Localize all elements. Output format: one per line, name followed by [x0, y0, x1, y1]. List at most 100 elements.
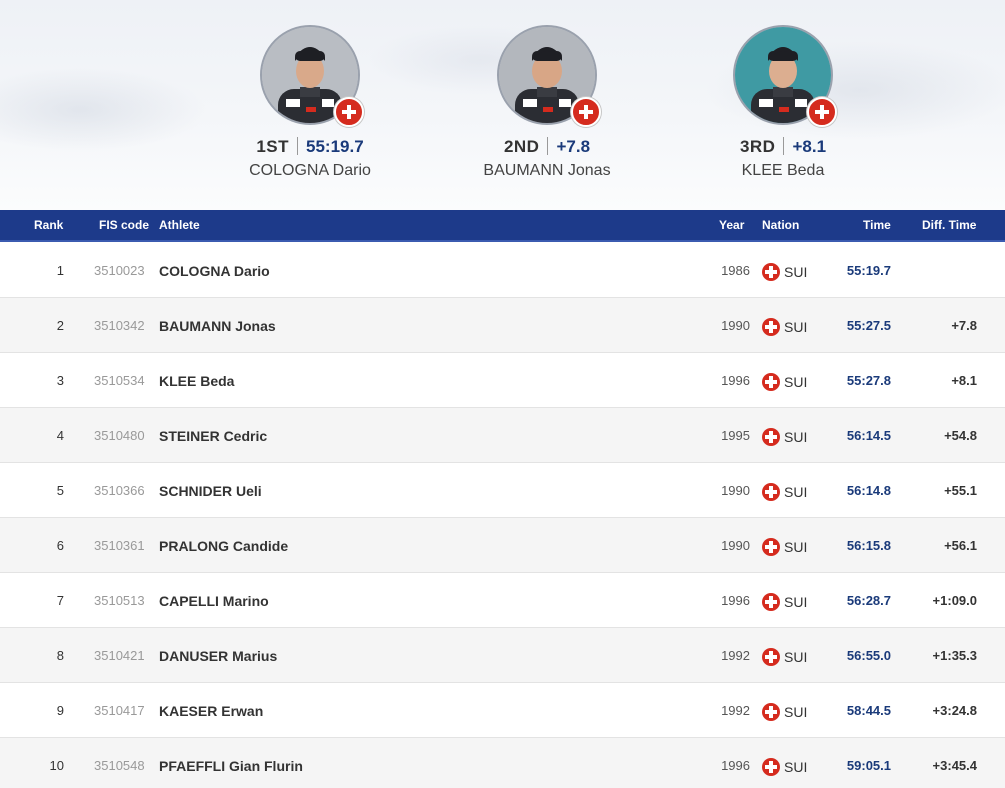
athlete-name-link[interactable]: BAUMANN Jonas: [159, 318, 276, 334]
podium-athlete-name[interactable]: KLEE Beda: [673, 162, 893, 180]
table-row[interactable]: 3 3510534 KLEE Beda 1996 SUI 55:27.8 +8.1: [0, 353, 1005, 408]
swiss-flag-icon: [762, 703, 780, 721]
table-row[interactable]: 1 3510023 COLOGNA Dario 1986 SUI 55:19.7: [0, 243, 1005, 298]
year-cell: 1990: [721, 318, 750, 333]
podium-first[interactable]: 1ST 55:19.7 COLOGNA Dario: [200, 25, 420, 180]
time-cell: 55:27.8: [846, 373, 891, 388]
year-cell: 1992: [721, 703, 750, 718]
athlete-name-link[interactable]: SCHNIDER Ueli: [159, 483, 262, 499]
time-cell: 56:55.0: [846, 648, 891, 663]
nation-cell: SUI: [762, 648, 807, 666]
swiss-flag-icon: [762, 593, 780, 611]
results-table-header: Rank FIS code Athlete Year Nation Time D…: [0, 210, 1005, 242]
rank-cell: 7: [56, 593, 64, 608]
swiss-flag-icon: [762, 758, 780, 776]
nation-code: SUI: [784, 374, 808, 390]
diff-time-cell: +3:45.4: [932, 758, 977, 773]
fis-code-cell: 3510421: [94, 648, 145, 663]
nation-code: SUI: [784, 759, 808, 775]
fis-code-cell: 3510342: [94, 318, 145, 333]
podium-time: 55:19.7: [306, 137, 364, 156]
header-diff-time: Diff. Time: [922, 218, 977, 232]
swiss-flag-icon: [762, 373, 780, 391]
year-cell: 1990: [721, 483, 750, 498]
podium-second[interactable]: 2ND +7.8 BAUMANN Jonas: [437, 25, 657, 180]
athlete-name-link[interactable]: DANUSER Marius: [159, 648, 277, 664]
swiss-flag-icon: [807, 97, 837, 127]
diff-time-cell: +56.1: [944, 538, 977, 553]
podium-rank: 2ND: [503, 137, 540, 156]
table-row[interactable]: 2 3510342 BAUMANN Jonas 1990 SUI 55:27.5 +7.8: [0, 298, 1005, 353]
diff-time-cell: +7.8: [951, 318, 977, 333]
header-year: Year: [719, 218, 745, 232]
nation-cell: SUI: [762, 703, 807, 721]
time-cell: 56:28.7: [846, 593, 891, 608]
podium-athlete-name[interactable]: COLOGNA Dario: [200, 162, 420, 180]
time-cell: 56:14.5: [846, 428, 891, 443]
year-cell: 1996: [721, 373, 750, 388]
diff-time-cell: +3:24.8: [932, 703, 977, 718]
year-cell: 1986: [721, 263, 750, 278]
nation-cell: SUI: [762, 758, 807, 776]
athlete-avatar[interactable]: [260, 25, 364, 127]
nation-cell: SUI: [762, 538, 807, 556]
nation-code: SUI: [784, 319, 808, 335]
nation-code: SUI: [784, 484, 808, 500]
header-fis-code: FIS code: [99, 218, 150, 232]
header-rank: Rank: [34, 218, 64, 232]
fis-code-cell: 3510361: [94, 538, 145, 553]
athlete-name-link[interactable]: CAPELLI Marino: [159, 593, 269, 609]
divider: [783, 137, 785, 155]
podium: 1ST 55:19.7 COLOGNA Dario 2ND +7.8 BAUMA…: [0, 0, 1005, 210]
podium-athlete-name[interactable]: BAUMANN Jonas: [437, 162, 657, 180]
table-row[interactable]: 10 3510548 PFAEFFLI Gian Flurin 1996 SUI 59:0…: [0, 738, 1005, 788]
rank-cell: 5: [56, 483, 64, 498]
swiss-flag-icon: [571, 97, 601, 127]
swiss-flag-icon: [762, 483, 780, 501]
time-cell: 56:15.8: [846, 538, 891, 553]
athlete-avatar[interactable]: [497, 25, 601, 127]
nation-code: SUI: [784, 264, 808, 280]
year-cell: 1996: [721, 758, 750, 773]
nation-cell: SUI: [762, 373, 807, 391]
athlete-name-link[interactable]: COLOGNA Dario: [159, 263, 270, 279]
athlete-avatar[interactable]: [733, 25, 837, 127]
fis-code-cell: 3510366: [94, 483, 145, 498]
nation-code: SUI: [784, 594, 808, 610]
nation-code: SUI: [784, 649, 808, 665]
podium-rank: 1ST: [256, 137, 289, 156]
rank-cell: 10: [49, 758, 64, 773]
header-nation: Nation: [762, 218, 800, 232]
podium-time: +7.8: [556, 137, 591, 156]
table-row[interactable]: 9 3510417 KAESER Erwan 1992 SUI 58:44.5 +3:24.…: [0, 683, 1005, 738]
athlete-name-link[interactable]: PFAEFFLI Gian Flurin: [159, 758, 303, 774]
table-row[interactable]: 5 3510366 SCHNIDER Ueli 1990 SUI 56:14.8 +55.1: [0, 463, 1005, 518]
podium-third[interactable]: 3RD +8.1 KLEE Beda: [673, 25, 893, 180]
athlete-name-link[interactable]: STEINER Cedric: [159, 428, 267, 444]
fis-code-cell: 3510548: [94, 758, 145, 773]
rank-cell: 2: [56, 318, 64, 333]
nation-cell: SUI: [762, 263, 807, 281]
swiss-flag-icon: [762, 648, 780, 666]
time-cell: 55:27.5: [846, 318, 891, 333]
swiss-flag-icon: [334, 97, 364, 127]
time-cell: 59:05.1: [846, 758, 891, 773]
divider: [547, 137, 549, 155]
header-time: Time: [863, 218, 891, 232]
table-row[interactable]: 4 3510480 STEINER Cedric 1995 SUI 56:14.5 +54.…: [0, 408, 1005, 463]
nation-cell: SUI: [762, 483, 807, 501]
table-row[interactable]: 8 3510421 DANUSER Marius 1992 SUI 56:55.0 +1:3…: [0, 628, 1005, 683]
athlete-name-link[interactable]: KLEE Beda: [159, 373, 234, 389]
year-cell: 1990: [721, 538, 750, 553]
fis-code-cell: 3510023: [94, 263, 145, 278]
year-cell: 1995: [721, 428, 750, 443]
fis-code-cell: 3510513: [94, 593, 145, 608]
table-row[interactable]: 6 3510361 PRALONG Candide 1990 SUI 56:15.8 +56…: [0, 518, 1005, 573]
rank-cell: 1: [56, 263, 64, 278]
table-row[interactable]: 7 3510513 CAPELLI Marino 1996 SUI 56:28.7 +1:0…: [0, 573, 1005, 628]
fis-code-cell: 3510417: [94, 703, 145, 718]
nation-code: SUI: [784, 704, 808, 720]
athlete-name-link[interactable]: PRALONG Candide: [159, 538, 288, 554]
athlete-name-link[interactable]: KAESER Erwan: [159, 703, 263, 719]
diff-time-cell: +8.1: [951, 373, 977, 388]
